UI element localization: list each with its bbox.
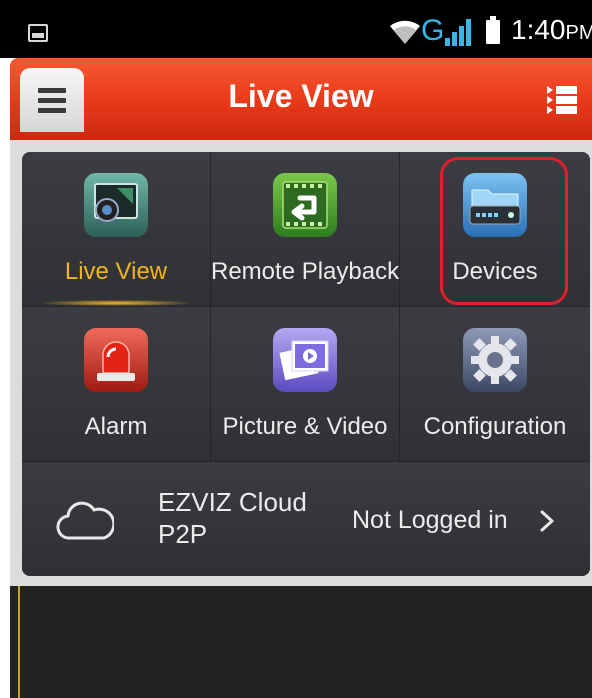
status-bar: G 1:40PM xyxy=(0,0,592,58)
login-status: Not Logged in xyxy=(352,506,508,534)
cloud-p2p-row[interactable]: EZVIZ Cloud P2P Not Logged in xyxy=(22,462,590,576)
playback-film-icon xyxy=(273,173,337,237)
camera-monitor-icon xyxy=(84,173,148,237)
tile-live-view[interactable]: Live View xyxy=(22,152,211,307)
tile-configuration[interactable]: Configuration xyxy=(400,307,590,462)
clock: 1:40PM xyxy=(511,14,592,46)
screenshot-notification-icon xyxy=(28,24,48,42)
video-area xyxy=(10,586,592,698)
alarm-siren-icon xyxy=(84,328,148,392)
network-type-label: G xyxy=(421,14,445,47)
page-title: Live View xyxy=(228,78,374,114)
main-menu-panel: Live View Remote Playback Devices Alarm … xyxy=(22,152,590,576)
clock-ampm: PM xyxy=(565,22,592,44)
list-view-icon[interactable] xyxy=(547,86,577,114)
tile-remote-playback[interactable]: Remote Playback xyxy=(211,152,400,307)
gear-icon xyxy=(463,328,527,392)
devices-highlight-box xyxy=(440,157,568,305)
tile-label: Picture & Video xyxy=(222,413,388,440)
wifi-icon xyxy=(390,20,420,44)
battery-icon xyxy=(486,16,500,44)
tile-label: Alarm xyxy=(84,413,148,440)
tile-alarm[interactable]: Alarm xyxy=(22,307,211,462)
video-area-border xyxy=(18,586,20,698)
active-indicator xyxy=(42,300,190,306)
gallery-photo-icon xyxy=(273,328,337,392)
tile-picture-video[interactable]: Picture & Video xyxy=(211,307,400,462)
tile-label: Configuration xyxy=(423,413,567,440)
clock-time: 1:40 xyxy=(511,14,566,45)
tile-label: Remote Playback xyxy=(211,258,400,285)
app-header: Live View xyxy=(10,58,592,140)
cloud-icon xyxy=(56,501,114,540)
chevron-right-icon xyxy=(540,510,554,532)
cloud-service-title: EZVIZ Cloud P2P xyxy=(158,487,307,549)
tile-label: Live View xyxy=(64,258,168,285)
signal-strength-icon xyxy=(445,19,471,46)
